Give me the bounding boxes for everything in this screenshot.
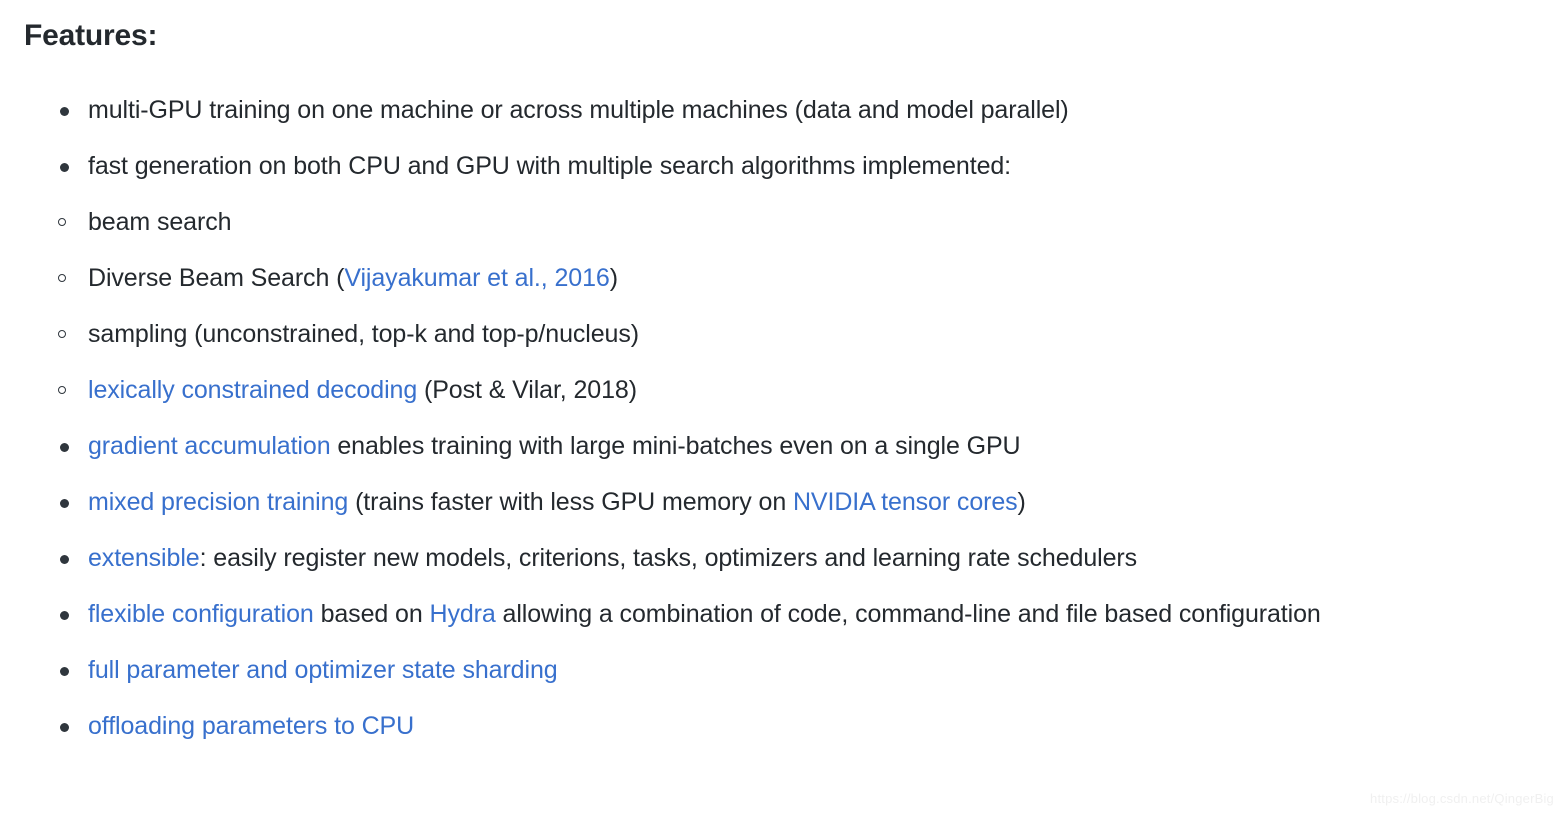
feature-item-text: fast generation on both CPU and GPU with…: [88, 152, 1012, 180]
bullet-circle-icon: [58, 218, 66, 226]
sub-item-text: beam search: [88, 208, 232, 236]
feature-item-mixed-precision-training: mixed precision training (trains faster …: [24, 474, 1538, 530]
text-run: ): [609, 264, 618, 292]
doc-link[interactable]: offloading parameters to CPU: [88, 712, 414, 740]
watermark: https://blog.csdn.net/QingerBig: [1370, 791, 1554, 806]
text-run: (trains faster with less GPU memory on: [348, 488, 793, 516]
text-run: ): [1017, 488, 1026, 516]
feature-item-gradient-accumulation: gradient accumulation enables training w…: [24, 418, 1538, 474]
bullet-circle-icon: [58, 274, 66, 282]
feature-item-text: flexible configuration based on Hydra al…: [88, 600, 1321, 628]
text-run: enables training with large mini-batches…: [330, 432, 1021, 460]
sub-item-text: lexically constrained decoding (Post & V…: [88, 376, 637, 404]
text-run: Diverse Beam Search (: [88, 264, 345, 292]
page-title: Features:: [24, 19, 158, 52]
sub-item-beam-search: beam search: [24, 194, 1538, 250]
doc-link[interactable]: flexible configuration: [88, 600, 314, 628]
doc-link[interactable]: full parameter and optimizer state shard…: [88, 656, 558, 684]
feature-item-text: extensible: easily register new models, …: [88, 544, 1137, 572]
doc-link[interactable]: lexically constrained decoding: [88, 376, 417, 404]
sub-item-diverse-beam-search: Diverse Beam Search (Vijayakumar et al.,…: [24, 250, 1538, 306]
sub-item-text: Diverse Beam Search (Vijayakumar et al.,…: [88, 264, 618, 292]
bullet-circle-icon: [58, 330, 66, 338]
doc-link[interactable]: mixed precision training: [88, 488, 348, 516]
bullet-disc-icon: [60, 611, 69, 620]
feature-item-text: multi-GPU training on one machine or acr…: [88, 96, 1069, 124]
bullet-disc-icon: [60, 723, 69, 732]
feature-item-full-parameter-and-optimizer-state-sharding: full parameter and optimizer state shard…: [24, 642, 1538, 698]
document-body: Features: multi-GPU training on one mach…: [0, 0, 1562, 814]
feature-item-text: full parameter and optimizer state shard…: [88, 656, 558, 684]
sub-item-sampling: sampling (unconstrained, top-k and top-p…: [24, 306, 1538, 362]
bullet-disc-icon: [60, 499, 69, 508]
text-run: based on: [313, 600, 430, 628]
doc-link[interactable]: Vijayakumar et al., 2016: [344, 264, 609, 292]
feature-item-offloading-parameters-to-cpu: offloading parameters to CPU: [24, 698, 1538, 754]
feature-item-fast-generation: fast generation on both CPU and GPU with…: [24, 138, 1538, 194]
text-run: : easily register new models, criterions…: [199, 544, 1138, 572]
feature-item-multi-gpu-training: multi-GPU training on one machine or acr…: [24, 82, 1538, 138]
feature-item-extensible: extensible: easily register new models, …: [24, 530, 1538, 586]
text-run: (Post & Vilar, 2018): [417, 376, 637, 404]
feature-item-flexible-configuration: flexible configuration based on Hydra al…: [24, 586, 1538, 642]
text-run: beam search: [88, 208, 232, 236]
sub-item-text: sampling (unconstrained, top-k and top-p…: [88, 320, 639, 348]
feature-item-text: gradient accumulation enables training w…: [88, 432, 1021, 460]
features-list: multi-GPU training on one machine or acr…: [24, 82, 1538, 754]
bullet-disc-icon: [60, 163, 69, 172]
feature-item-text: mixed precision training (trains faster …: [88, 488, 1026, 516]
doc-link[interactable]: NVIDIA tensor cores: [793, 488, 1018, 516]
doc-link[interactable]: extensible: [88, 544, 200, 572]
bullet-disc-icon: [60, 667, 69, 676]
bullet-disc-icon: [60, 555, 69, 564]
sub-item-lexically-constrained-decoding: lexically constrained decoding (Post & V…: [24, 362, 1538, 418]
bullet-disc-icon: [60, 443, 69, 452]
sub-list-fast-generation: beam search Diverse Beam Search (Vijayaku…: [24, 194, 1538, 418]
bullet-disc-icon: [60, 107, 69, 116]
text-run: allowing a combination of code, command-…: [495, 600, 1321, 628]
doc-link[interactable]: Hydra: [429, 600, 495, 628]
text-run: sampling (unconstrained, top-k and top-p…: [88, 320, 639, 348]
bullet-circle-icon: [58, 386, 66, 394]
feature-item-text: offloading parameters to CPU: [88, 712, 414, 740]
doc-link[interactable]: gradient accumulation: [88, 432, 331, 460]
